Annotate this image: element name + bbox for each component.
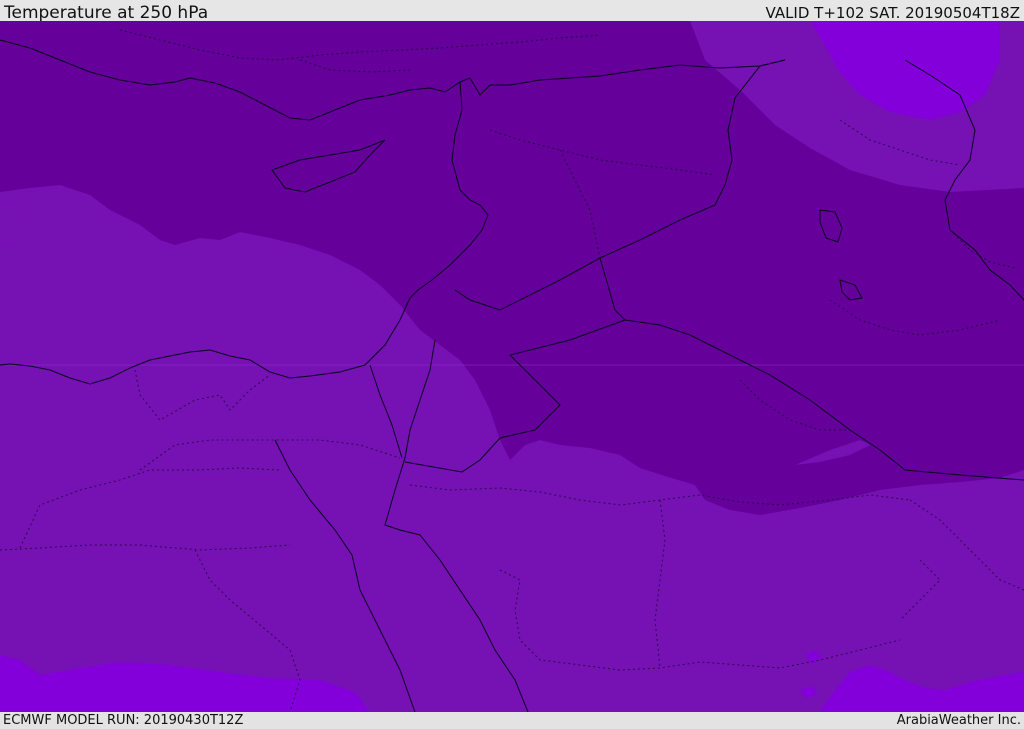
valid-time: VALID T+102 SAT. 20190504T18Z [765, 4, 1020, 22]
model-run-label: ECMWF MODEL RUN: 20190430T12Z [3, 713, 244, 728]
map-title: Temperature at 250 hPa [4, 3, 209, 23]
credit-label: ArabiaWeather Inc. [896, 713, 1021, 728]
map-canvas [0, 21, 1024, 712]
weather-map[interactable] [0, 21, 1024, 712]
footer-bar: ECMWF MODEL RUN: 20190430T12Z ArabiaWeat… [0, 712, 1024, 729]
header-bar: Temperature at 250 hPa VALID T+102 SAT. … [0, 0, 1024, 23]
